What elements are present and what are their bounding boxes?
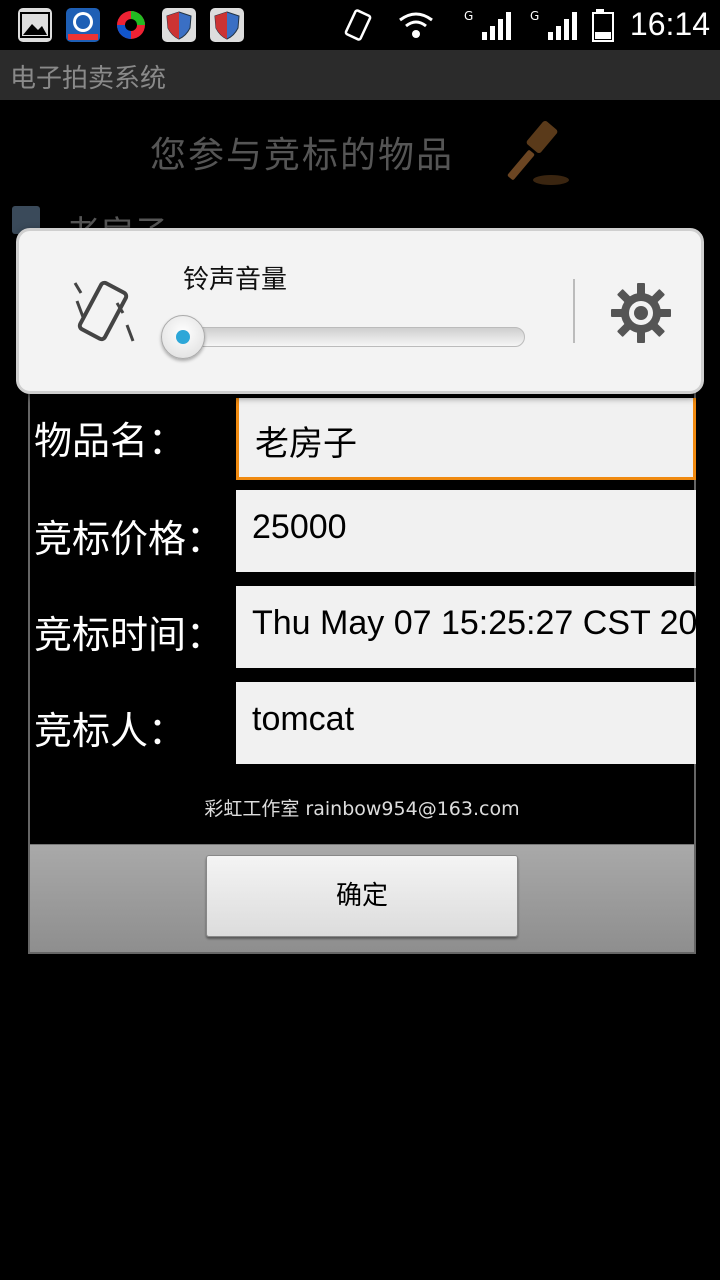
gavel-icon (507, 120, 569, 185)
bid-time-field[interactable]: Thu May 07 15:25:27 CST 2015 (236, 586, 696, 668)
dialog-button-bar: 确定 (30, 844, 694, 952)
bid-price-label: 竞标价格： (34, 517, 225, 561)
app-icon (114, 8, 148, 42)
divider (573, 279, 575, 343)
svg-text:G: G (530, 9, 539, 23)
vibrate-icon (344, 9, 372, 41)
shield-icon (210, 8, 244, 42)
ok-button[interactable]: 确定 (206, 855, 518, 937)
item-name-label: 物品名： (34, 419, 187, 463)
gear-icon[interactable] (609, 281, 673, 345)
gallery-icon (18, 8, 52, 42)
bidder-field[interactable]: tomcat (236, 682, 696, 764)
volume-label: 铃声音量 (183, 265, 288, 295)
app-title: 电子拍卖系统 (10, 64, 167, 94)
bid-time-label: 竞标时间： (34, 613, 225, 657)
status-time: 16:14 (629, 6, 710, 42)
bid-detail-dialog: 物品名： 老房子 竞标价格： 25000 竞标时间： Thu May 07 15… (28, 300, 696, 954)
page-heading: 您参与竞标的物品 (150, 135, 455, 176)
studio-footer: 彩虹工作室 rainbow954@163.com (204, 798, 520, 820)
app-title-bar: 电子拍卖系统 (0, 50, 720, 100)
signal-icon: G (530, 9, 577, 40)
signal-icon: G (464, 9, 511, 40)
item-name-field[interactable]: 老房子 (236, 398, 696, 480)
status-bar: G G 16:14 (0, 0, 720, 50)
fx168-icon (66, 8, 100, 42)
volume-slider-thumb[interactable] (161, 315, 205, 359)
wifi-icon (399, 12, 433, 38)
battery-icon (592, 9, 614, 42)
shield-icon (162, 8, 196, 42)
bidder-label: 竞标人： (34, 709, 187, 753)
bid-price-field[interactable]: 25000 (236, 490, 696, 572)
volume-panel: 铃声音量 (16, 228, 704, 394)
svg-text:G: G (464, 9, 473, 23)
volume-slider-track[interactable] (179, 327, 525, 347)
vibrate-icon[interactable] (71, 273, 137, 353)
